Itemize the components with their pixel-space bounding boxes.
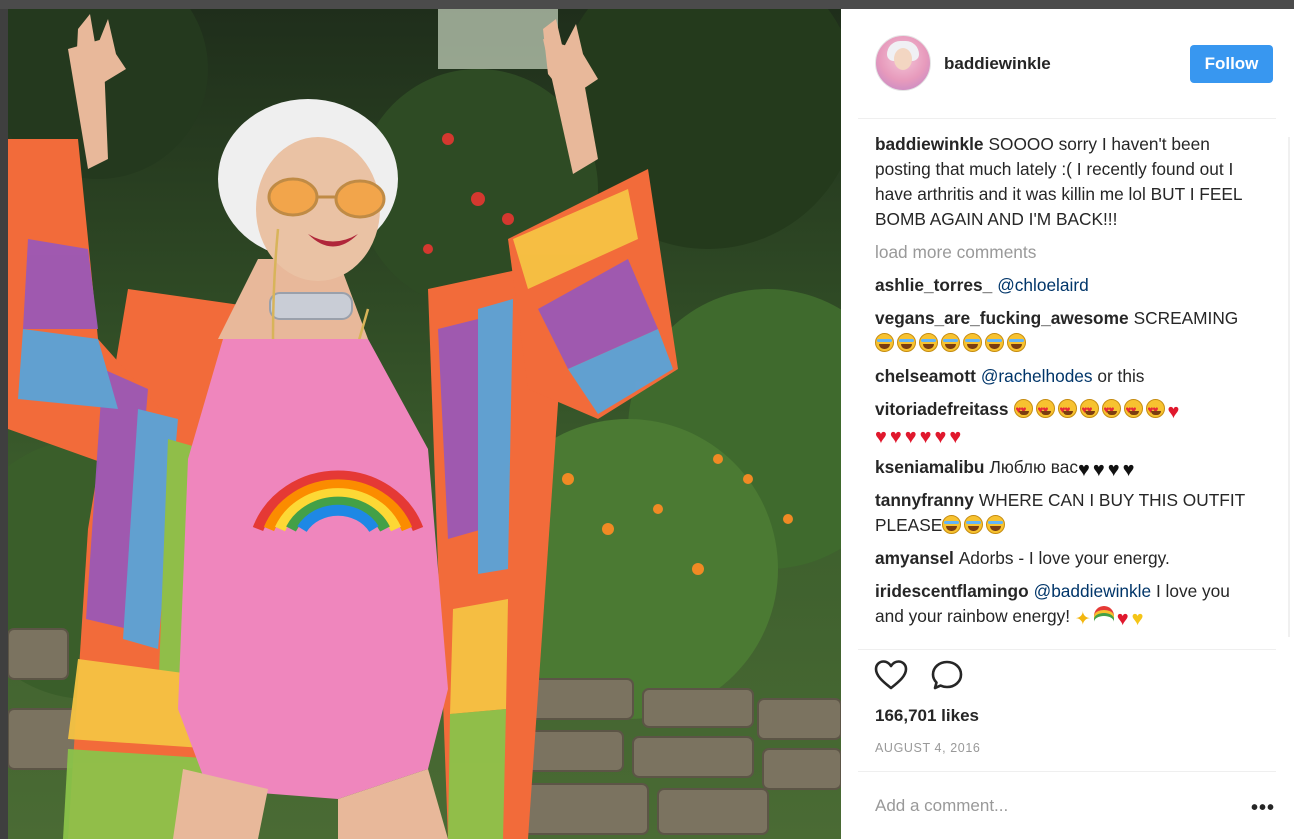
post-date[interactable]: AUGUST 4, 2016 bbox=[875, 741, 980, 755]
red-heart-icon: ♥ bbox=[904, 426, 917, 448]
comment-item: amyansel Adorbs - I love your energy. bbox=[875, 546, 1260, 571]
crying-face-icon bbox=[897, 333, 916, 352]
add-comment-input[interactable]: Add a comment... bbox=[875, 796, 1008, 816]
follow-button[interactable]: Follow bbox=[1190, 45, 1273, 83]
comment-text: or this bbox=[1097, 366, 1145, 386]
crying-face-icon bbox=[986, 515, 1006, 534]
comment-item: ashlie_torres_ @chloelaird bbox=[875, 273, 1260, 298]
comment-username[interactable]: chelseamott bbox=[875, 366, 976, 386]
crying-face-icon bbox=[985, 333, 1004, 352]
red-heart-icon: ♥ bbox=[949, 426, 962, 448]
red-heart-icon: ♥ bbox=[875, 426, 887, 448]
heart-eyes-face-icon bbox=[1035, 398, 1055, 423]
comment-button[interactable] bbox=[930, 659, 964, 691]
comment-username[interactable]: vegans_are_fucking_awesome bbox=[875, 308, 1129, 328]
comment-text: Люблю вас bbox=[989, 457, 1079, 477]
comment-username[interactable]: vitoriadefreitass bbox=[875, 399, 1009, 419]
comment-mention[interactable]: @baddiewinkle bbox=[1034, 581, 1151, 601]
caption: baddiewinkle SOOOO sorry I haven't been p… bbox=[875, 132, 1260, 232]
red-heart-icon: ♥ bbox=[919, 426, 932, 448]
comments-list[interactable]: baddiewinkle SOOOO sorry I haven't been p… bbox=[875, 132, 1260, 642]
rainbow-icon bbox=[1093, 606, 1114, 622]
heart-eyes-face-icon bbox=[1013, 398, 1033, 423]
header-divider bbox=[858, 118, 1276, 119]
red-heart-icon: ♥ bbox=[1167, 401, 1180, 423]
comment-item: vegans_are_fucking_awesome SCREAMING bbox=[875, 306, 1260, 356]
crying-face-icon bbox=[964, 515, 984, 534]
heart-eyes-face-icon bbox=[1079, 398, 1099, 423]
comment-item: vitoriadefreitass♥ ♥♥♥♥♥♥ bbox=[875, 397, 1260, 447]
black-heart-icon: ♥ bbox=[1078, 459, 1090, 481]
scrollbar-track bbox=[1288, 137, 1290, 637]
comment-item: iridescentflamingo @baddiewinkle I love y… bbox=[875, 579, 1260, 632]
comment-item: kseniamalibu Люблю вас♥ ♥ ♥ ♥ bbox=[875, 455, 1260, 480]
comment-mention[interactable]: @rachelhodes bbox=[981, 366, 1093, 386]
yellow-heart-icon: ♥ bbox=[1131, 608, 1144, 630]
comment-username[interactable]: amyansel bbox=[875, 548, 954, 568]
heart-eyes-face-icon bbox=[1145, 398, 1165, 423]
crying-face-icon bbox=[942, 515, 962, 534]
speech-bubble-icon bbox=[931, 660, 963, 690]
comment-mention[interactable]: @chloelaird bbox=[997, 275, 1089, 295]
comment-item: chelseamott @rachelhodes or this bbox=[875, 364, 1260, 389]
comment-username[interactable]: ashlie_torres_ bbox=[875, 275, 992, 295]
comment-username[interactable]: iridescentflamingo bbox=[875, 581, 1029, 601]
avatar-face bbox=[894, 48, 912, 70]
comment-text: Adorbs - I love your energy. bbox=[958, 548, 1170, 568]
load-more-comments-link[interactable]: load more comments bbox=[875, 240, 1260, 265]
crying-face-icon bbox=[1007, 333, 1026, 352]
red-heart-icon: ♥ bbox=[1116, 608, 1129, 630]
comment-item: tannyfranny WHERE CAN I BUY THIS OUTFIT P… bbox=[875, 488, 1260, 538]
heart-eyes-face-icon bbox=[1123, 398, 1143, 423]
more-options-button[interactable]: ••• bbox=[1251, 797, 1275, 820]
heart-outline-icon bbox=[874, 660, 908, 690]
heart-eyes-face-icon bbox=[1101, 398, 1121, 423]
comments-scrollbar[interactable] bbox=[1286, 127, 1292, 647]
comment-username[interactable]: tannyfranny bbox=[875, 490, 974, 510]
actions-divider bbox=[858, 649, 1276, 650]
red-heart-icon: ♥ bbox=[889, 426, 902, 448]
crying-face-icon bbox=[941, 333, 960, 352]
like-button[interactable] bbox=[874, 659, 908, 691]
post-side-panel: baddiewinkle Follow baddiewinkle SOOOO so… bbox=[841, 9, 1294, 839]
crying-face-icon bbox=[963, 333, 982, 352]
post-photo-illustration bbox=[8, 9, 841, 839]
caption-username[interactable]: baddiewinkle bbox=[875, 134, 984, 154]
comment-text: SCREAMING bbox=[1133, 308, 1239, 328]
window-top-bar bbox=[0, 0, 1294, 9]
black-heart-icon: ♥ bbox=[1107, 459, 1120, 481]
heart-eyes-face-icon bbox=[1057, 398, 1077, 423]
window-left-edge bbox=[0, 9, 8, 839]
crying-face-icon bbox=[919, 333, 938, 352]
sparkles-icon: ✦ bbox=[1074, 609, 1091, 630]
post-header: baddiewinkle Follow bbox=[841, 9, 1294, 118]
crying-face-icon bbox=[875, 333, 894, 352]
comment-username[interactable]: kseniamalibu bbox=[875, 457, 985, 477]
likes-count[interactable]: 166,701 likes bbox=[875, 706, 979, 726]
comment-input-divider bbox=[858, 771, 1276, 772]
black-heart-icon: ♥ bbox=[1092, 459, 1105, 481]
post-photo[interactable] bbox=[8, 9, 841, 839]
user-avatar[interactable] bbox=[875, 35, 931, 91]
red-heart-icon: ♥ bbox=[934, 426, 947, 448]
black-heart-icon: ♥ bbox=[1122, 459, 1135, 481]
header-username[interactable]: baddiewinkle bbox=[944, 54, 1051, 74]
